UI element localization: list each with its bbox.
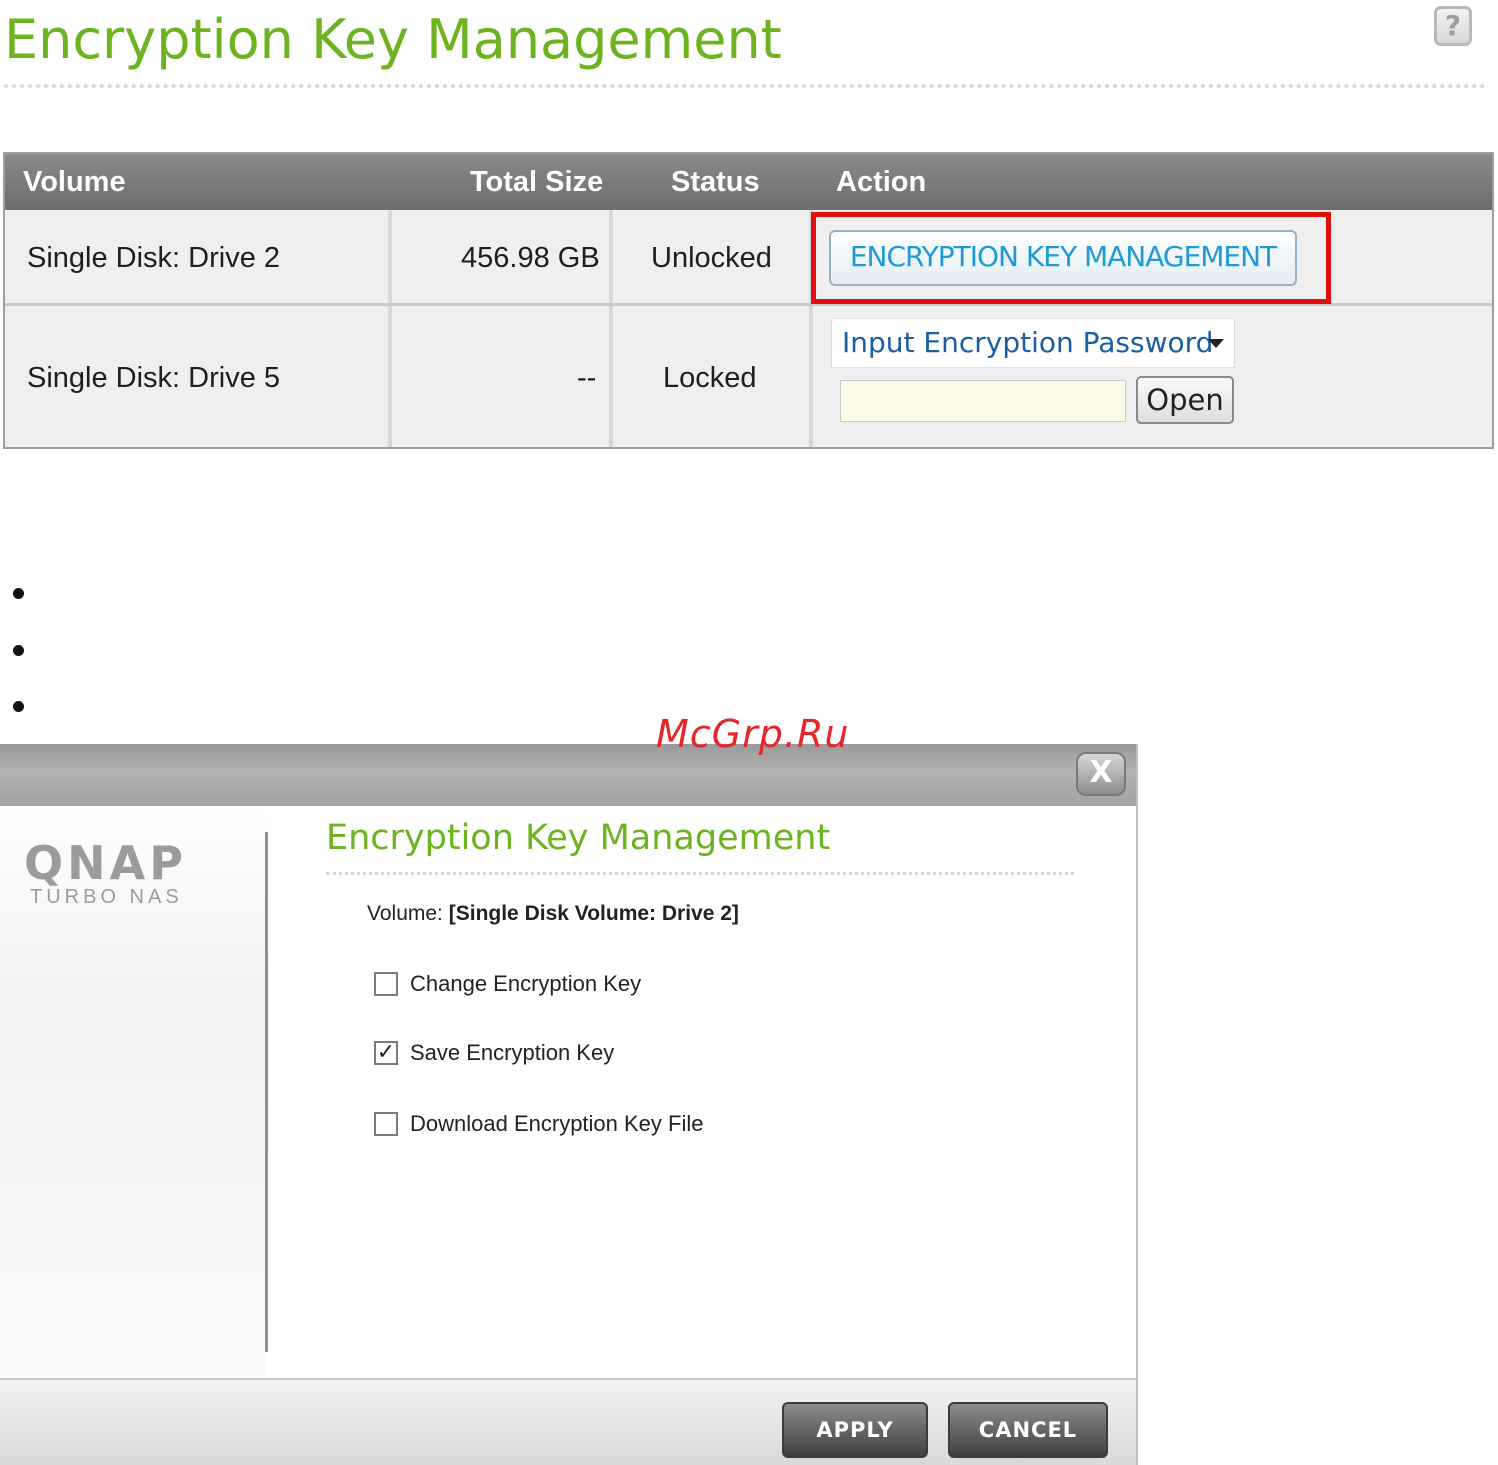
header-volume: Volume <box>23 166 126 198</box>
encryption-key-dialog: X QNAP TURBO NAS Encryption Key Manageme… <box>0 744 1138 1465</box>
checkbox-download-key-file[interactable] <box>374 1112 398 1136</box>
dialog-footer: APPLY CANCEL <box>0 1378 1136 1465</box>
title-divider <box>4 84 1486 88</box>
row1-total-size: 456.98 GB <box>461 242 600 274</box>
turbo-nas-logo: TURBO NAS <box>30 886 183 908</box>
encryption-method-select[interactable]: Input Encryption Password <box>831 318 1235 368</box>
header-status: Status <box>671 166 760 198</box>
option-change-key[interactable]: Change Encryption Key <box>374 970 641 998</box>
row2-status: Locked <box>663 362 757 394</box>
watermark: McGrp.Ru <box>656 712 850 756</box>
option-save-key[interactable]: ✓ Save Encryption Key <box>374 1039 614 1067</box>
checkbox-save-key[interactable]: ✓ <box>374 1041 398 1065</box>
cancel-button[interactable]: CANCEL <box>948 1402 1108 1458</box>
open-button[interactable]: Open <box>1136 376 1234 424</box>
header-total-size: Total Size <box>470 166 604 198</box>
close-icon[interactable]: X <box>1076 752 1126 796</box>
dialog-titlebar[interactable]: X <box>0 744 1136 806</box>
row1-status: Unlocked <box>651 242 772 274</box>
dialog-heading: Encryption Key Management <box>326 818 831 858</box>
bullet-dot <box>13 701 24 712</box>
encryption-password-input[interactable] <box>840 380 1126 422</box>
bullet-dot <box>13 645 24 656</box>
option-label: Save Encryption Key <box>410 1040 615 1065</box>
chevron-down-icon <box>1208 339 1224 348</box>
qnap-logo: QNAP <box>24 836 187 890</box>
header-action: Action <box>836 166 927 198</box>
volume-value: [Single Disk Volume: Drive 2] <box>448 902 739 925</box>
option-label: Download Encryption Key File <box>410 1111 704 1136</box>
row2-total-size: -- <box>577 362 597 394</box>
option-download-key-file[interactable]: Download Encryption Key File <box>374 1110 703 1138</box>
checkbox-change-key[interactable] <box>374 972 398 996</box>
volume-label: Volume: <box>367 902 443 925</box>
page-title: Encryption Key Management <box>4 8 782 71</box>
sidebar-divider <box>265 832 268 1352</box>
bullet-dot <box>13 588 24 599</box>
heading-divider <box>326 872 1074 875</box>
help-icon[interactable]: ? <box>1434 6 1472 46</box>
encryption-key-management-button[interactable]: ENCRYPTION KEY MANAGEMENT <box>829 230 1297 286</box>
volume-table: Volume Total Size Status Action Single D… <box>3 152 1494 449</box>
option-label: Change Encryption Key <box>410 971 642 996</box>
encryption-method-value: Input Encryption Password <box>842 326 1214 359</box>
volume-info: Volume: [Single Disk Volume: Drive 2] <box>367 902 739 926</box>
row1-volume: Single Disk: Drive 2 <box>27 242 281 274</box>
table-header: Volume Total Size Status Action <box>5 154 1492 210</box>
apply-button[interactable]: APPLY <box>782 1402 928 1458</box>
row2-volume: Single Disk: Drive 5 <box>27 362 281 394</box>
